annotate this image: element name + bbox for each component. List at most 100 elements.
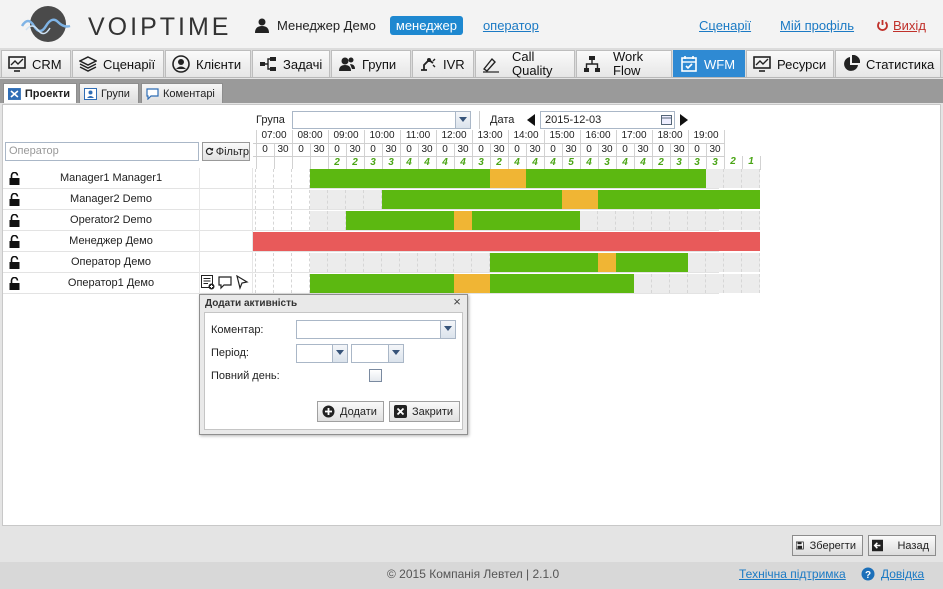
schedule-slot[interactable]: [562, 232, 580, 251]
schedule-slot[interactable]: [472, 169, 490, 188]
schedule-slot[interactable]: [418, 232, 436, 251]
nav-scenarios[interactable]: Сценарії: [72, 50, 164, 77]
schedule-slot[interactable]: [724, 169, 742, 188]
schedule-slot[interactable]: [310, 211, 328, 230]
schedule-slot[interactable]: [616, 169, 634, 188]
period-end-select[interactable]: [351, 344, 404, 363]
scenarios-link[interactable]: Сценарії: [699, 18, 751, 33]
schedule-slot[interactable]: [418, 169, 436, 188]
schedule-slot[interactable]: [292, 211, 310, 230]
schedule-slot[interactable]: [382, 211, 400, 230]
date-input[interactable]: 2015-12-03: [540, 111, 675, 129]
schedule-slot[interactable]: [310, 253, 328, 272]
schedule-slot[interactable]: [580, 211, 598, 230]
schedule-slot[interactable]: [454, 232, 472, 251]
calendar-icon[interactable]: [661, 114, 672, 125]
schedule-slot[interactable]: [580, 274, 598, 293]
tab-groups[interactable]: Групи: [79, 83, 139, 103]
schedule-slot[interactable]: [490, 232, 508, 251]
schedule-slot[interactable]: [688, 274, 706, 293]
schedule-slot[interactable]: [508, 211, 526, 230]
schedule-slot[interactable]: [454, 169, 472, 188]
schedule-slot[interactable]: [616, 190, 634, 209]
nav-clients[interactable]: Клієнти: [165, 50, 251, 77]
help-link[interactable]: ? Довідка: [861, 567, 924, 581]
schedule-slot[interactable]: [742, 232, 760, 251]
add-button[interactable]: Додати: [317, 401, 384, 422]
schedule-slot[interactable]: [670, 253, 688, 272]
nav-call-quality[interactable]: Call Quality: [475, 50, 575, 78]
schedule-slot[interactable]: [328, 253, 346, 272]
role-link-operator[interactable]: оператор: [483, 18, 539, 33]
schedule-slot[interactable]: [364, 232, 382, 251]
schedule-slot[interactable]: [634, 274, 652, 293]
schedule-slot[interactable]: [382, 274, 400, 293]
schedule-slot[interactable]: [346, 274, 364, 293]
tab-projects[interactable]: Проекти: [3, 83, 77, 103]
schedule-slot[interactable]: [274, 253, 292, 272]
schedule-slot[interactable]: [616, 211, 634, 230]
schedule-slot[interactable]: [292, 190, 310, 209]
nav-crm[interactable]: CRM: [1, 50, 71, 77]
schedule-slot[interactable]: [418, 253, 436, 272]
schedule-slot[interactable]: [526, 190, 544, 209]
schedule-slot[interactable]: [616, 232, 634, 251]
schedule-slot[interactable]: [256, 169, 274, 188]
schedule-slot[interactable]: [742, 169, 760, 188]
schedule-slot[interactable]: [256, 274, 274, 293]
schedule-slot[interactable]: [346, 253, 364, 272]
schedule-slot[interactable]: [634, 253, 652, 272]
schedule-slot[interactable]: [454, 211, 472, 230]
schedule-slot[interactable]: [310, 274, 328, 293]
schedule-slot[interactable]: [724, 211, 742, 230]
schedule-slot[interactable]: [652, 169, 670, 188]
tab-comments[interactable]: Коментарі: [141, 83, 223, 103]
unlock-icon[interactable]: [9, 277, 20, 290]
schedule-slot[interactable]: [418, 211, 436, 230]
filter-button[interactable]: Фільтр: [202, 142, 250, 161]
schedule-slot[interactable]: [706, 190, 724, 209]
schedule-slot[interactable]: [364, 190, 382, 209]
schedule-slot[interactable]: [652, 190, 670, 209]
schedule-slot[interactable]: [328, 274, 346, 293]
schedule-slot[interactable]: [706, 169, 724, 188]
nav-ivr[interactable]: IVR: [412, 50, 474, 77]
schedule-slot[interactable]: [670, 190, 688, 209]
schedule-slot[interactable]: [526, 253, 544, 272]
schedule-slot[interactable]: [580, 190, 598, 209]
schedule-slot[interactable]: [490, 169, 508, 188]
schedule-slot[interactable]: [274, 232, 292, 251]
schedule-slot[interactable]: [526, 211, 544, 230]
support-link[interactable]: Технічна підтримка: [739, 567, 846, 581]
schedule-slot[interactable]: [292, 232, 310, 251]
schedule-slot[interactable]: [652, 232, 670, 251]
schedule-slot[interactable]: [688, 169, 706, 188]
schedule-slot[interactable]: [292, 253, 310, 272]
schedule-slot[interactable]: [724, 190, 742, 209]
schedule-slot[interactable]: [436, 190, 454, 209]
schedule-slot[interactable]: [544, 253, 562, 272]
fullday-checkbox[interactable]: [369, 369, 382, 382]
schedule-slot[interactable]: [346, 169, 364, 188]
schedule-slot[interactable]: [490, 274, 508, 293]
role-badge-manager[interactable]: менеджер: [389, 16, 463, 35]
nav-resources[interactable]: Ресурси: [746, 50, 834, 77]
schedule-slot[interactable]: [418, 274, 436, 293]
close-button[interactable]: Закрити: [389, 401, 461, 422]
save-button[interactable]: Зберегти: [792, 535, 863, 556]
schedule-slot[interactable]: [508, 190, 526, 209]
nav-workflow[interactable]: Work Flow: [576, 50, 672, 78]
logout-link[interactable]: Вихід: [876, 18, 926, 33]
schedule-slot[interactable]: [544, 274, 562, 293]
schedule-slot[interactable]: [688, 211, 706, 230]
schedule-slot[interactable]: [418, 190, 436, 209]
schedule-slot[interactable]: [508, 253, 526, 272]
schedule-slot[interactable]: [670, 211, 688, 230]
schedule-slot[interactable]: [742, 253, 760, 272]
schedule-slot[interactable]: [670, 232, 688, 251]
schedule-slot[interactable]: [328, 232, 346, 251]
schedule-slot[interactable]: [598, 211, 616, 230]
schedule-slot[interactable]: [670, 169, 688, 188]
add-activity-icon[interactable]: [201, 275, 215, 290]
schedule-slot[interactable]: [670, 274, 688, 293]
